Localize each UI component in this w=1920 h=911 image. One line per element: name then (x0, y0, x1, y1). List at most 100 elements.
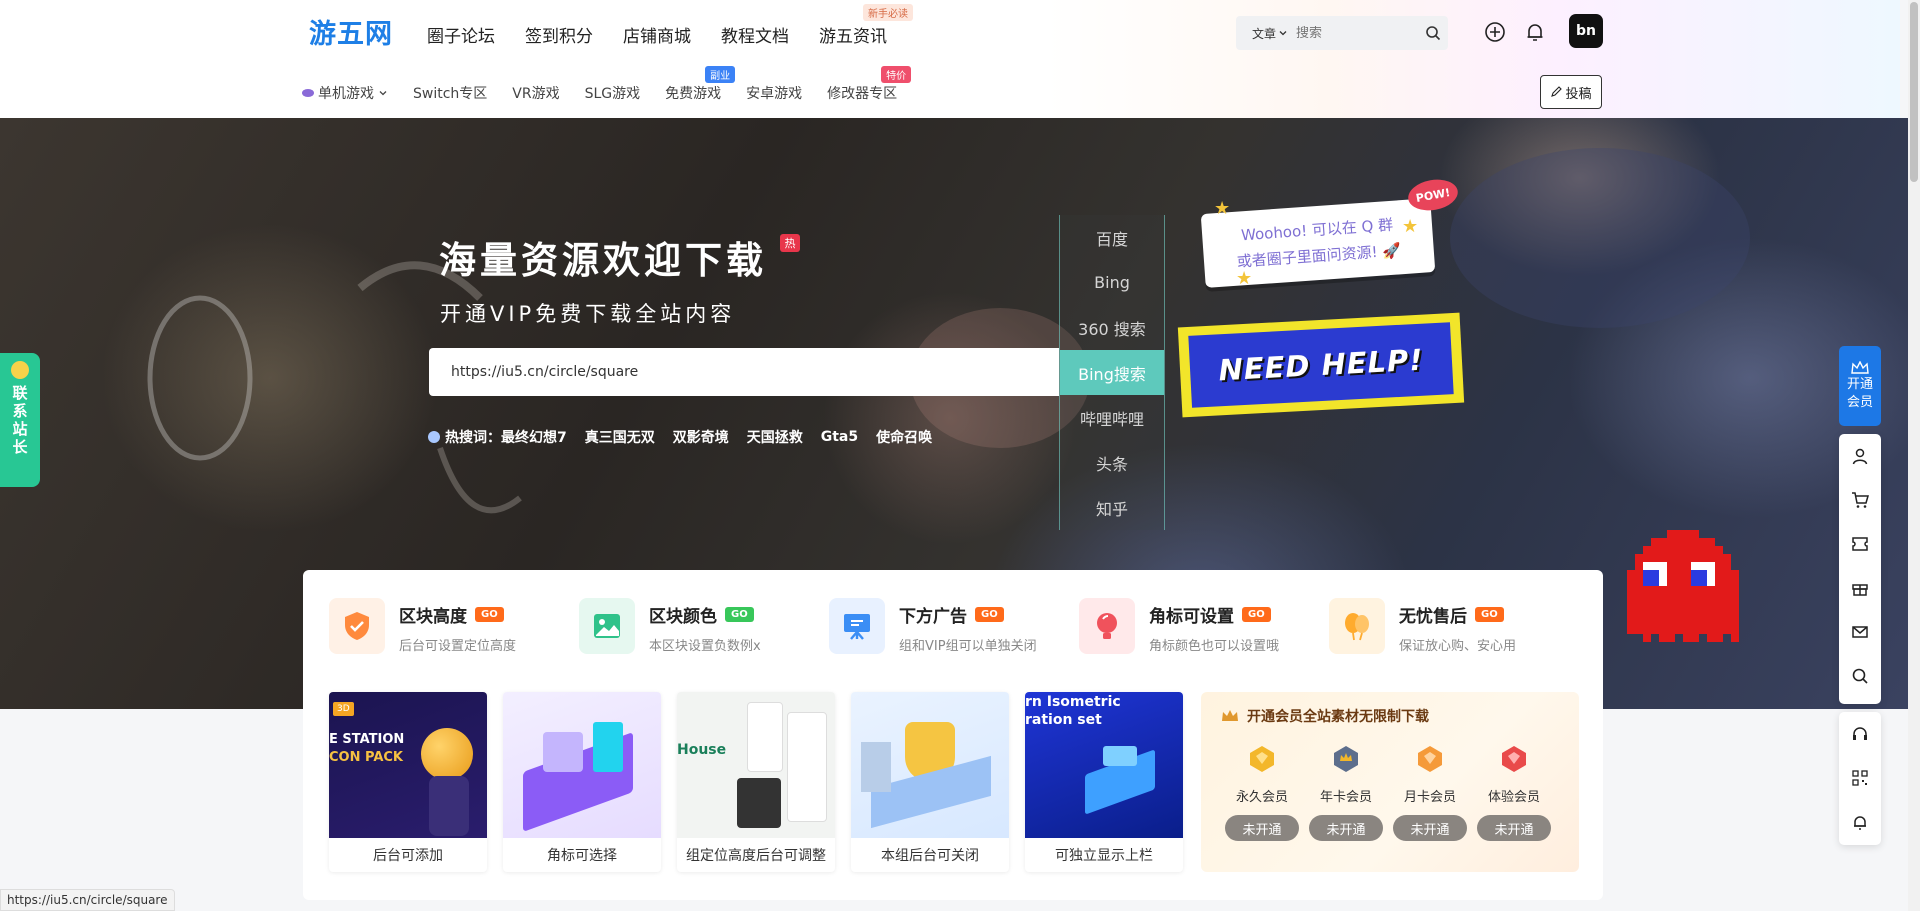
gem-icon (1329, 742, 1363, 776)
vip-activate-button[interactable]: 未开通 (1309, 815, 1383, 841)
qrcode-icon[interactable] (1839, 756, 1881, 800)
user-icon[interactable] (1839, 434, 1881, 478)
nav-item-shop[interactable]: 店铺商城 (623, 20, 691, 49)
search-input[interactable] (1296, 25, 1418, 41)
go-badge: GO (475, 607, 504, 622)
thumbnail-card[interactable]: 本组后台可关闭 (851, 692, 1009, 872)
engine-360[interactable]: 360 搜索 (1060, 305, 1164, 350)
nav-badge-new: 新手必读 (863, 4, 913, 21)
hot-word[interactable]: 天国拯救 (747, 427, 803, 447)
engine-bing-search-button[interactable]: Bing搜索 (1060, 350, 1164, 395)
hot-icon (428, 431, 440, 443)
vip-tier-trial: 体验会员 未开通 (1477, 742, 1551, 841)
thumbnail-image: rn Isometric ration set (1025, 692, 1183, 838)
thumbnail-card[interactable]: 角标可选择 (503, 692, 661, 872)
thumbnail-image: 3D E STATION CON PACK (329, 692, 487, 838)
vip-tier-lifetime: 永久会员 未开通 (1225, 742, 1299, 841)
hot-word[interactable]: Gta5 (821, 429, 858, 445)
cart-icon[interactable] (1839, 478, 1881, 522)
nav-item-checkin[interactable]: 签到积分 (525, 20, 593, 49)
mail-icon[interactable] (1839, 610, 1881, 654)
star-icon: ★ (1402, 216, 1419, 237)
hot-badge: 热 (780, 234, 800, 252)
engine-bilibili[interactable]: 哔哩哔哩 (1060, 395, 1164, 440)
gem-icon (1245, 742, 1279, 776)
image-icon (579, 598, 635, 654)
smile-icon (11, 361, 29, 379)
star-icon: ★ (1236, 268, 1253, 289)
gift-icon[interactable] (1839, 566, 1881, 610)
shield-icon (329, 598, 385, 654)
vip-activate-button[interactable]: 未开通 (1225, 815, 1299, 841)
crown-icon (1222, 710, 1238, 721)
planet-icon (302, 89, 314, 97)
search-icon[interactable] (1418, 25, 1448, 41)
ticket-icon[interactable] (1839, 522, 1881, 566)
vip-activate-button[interactable]: 未开通 (1477, 815, 1551, 841)
subnav-item-slg[interactable]: SLG游戏 (585, 83, 641, 103)
thumbnail-card[interactable]: 3D E STATION CON PACK 后台可添加 (329, 692, 487, 872)
subnav-tag: 副业 (705, 66, 736, 83)
subnav-item-single-player[interactable]: 单机游戏 (302, 83, 388, 103)
ghost-mascot-icon[interactable] (1626, 530, 1740, 642)
hero-search-input[interactable]: https://iu5.cn/circle/square (429, 348, 1059, 396)
hero-subtitle: 开通VIP免费下载全站内容 (440, 302, 736, 326)
star-icon: ★ (1214, 198, 1231, 219)
thumbnail-image (851, 692, 1009, 838)
hot-word[interactable]: 双影奇境 (673, 427, 729, 447)
floating-toolbar (1839, 434, 1881, 704)
post-button[interactable]: 投稿 (1540, 75, 1602, 109)
hot-word[interactable]: 使命召唤 (876, 427, 932, 447)
hot-words: 热搜词： 最终幻想7 真三国无双 双影奇境 天国拯救 Gta5 使命召唤 (428, 427, 950, 447)
alarm-bell-icon[interactable] (1839, 800, 1881, 844)
headset-icon[interactable] (1839, 712, 1881, 756)
engine-bing[interactable]: Bing (1060, 260, 1164, 305)
search-type-select[interactable]: 文章 (1236, 25, 1296, 42)
feature-block-height[interactable]: 区块高度 GO 后台可设置定位高度 (329, 598, 516, 654)
link-status-bar: https://iu5.cn/circle/square (0, 889, 175, 911)
gem-icon (1413, 742, 1447, 776)
features-card: 区块高度 GO 后台可设置定位高度 区块颜色 GO 本区块设置负数例x 下方广告 GO… (303, 570, 1603, 900)
thumbnail-card[interactable]: House 组定位高度后台可调整 (677, 692, 835, 872)
thumbnail-image: House (677, 692, 835, 838)
need-help-banner[interactable]: NEED HELP! (1177, 312, 1465, 418)
user-avatar[interactable]: bn (1569, 14, 1603, 48)
nav-item-forum[interactable]: 圈子论坛 (427, 20, 495, 49)
search-engine-list: 百度 Bing 360 搜索 Bing搜索 哔哩哔哩 头条 知乎 (1059, 215, 1165, 530)
feature-after-sales[interactable]: 无忧售后 GO 保证放心购、安心用 (1329, 598, 1516, 654)
open-vip-float-button[interactable]: 开通 会员 (1839, 346, 1881, 426)
billboard-icon (829, 598, 885, 654)
engine-zhihu[interactable]: 知乎 (1060, 485, 1164, 530)
vip-tier-monthly: 月卡会员 未开通 (1393, 742, 1467, 841)
feature-block-color[interactable]: 区块颜色 GO 本区块设置负数例x (579, 598, 761, 654)
subnav-item-android[interactable]: 安卓游戏 (746, 83, 802, 103)
search-icon[interactable] (1839, 654, 1881, 698)
go-badge: GO (975, 607, 1004, 622)
add-icon[interactable] (1483, 20, 1507, 44)
hero-title: 海量资源欢迎下载 (439, 239, 767, 282)
vip-activate-button[interactable]: 未开通 (1393, 815, 1467, 841)
subnav-item-switch[interactable]: Switch专区 (413, 83, 487, 103)
sub-nav: 单机游戏 Switch专区 VR游戏 SLG游戏 免费游戏 副业 安卓游戏 修改… (302, 66, 922, 103)
hot-word[interactable]: 真三国无双 (585, 427, 655, 447)
contact-admin-tab[interactable]: 联系站长 (0, 353, 40, 487)
thumbnail-card[interactable]: rn Isometric ration set 可独立显示上栏 (1025, 692, 1183, 872)
subnav-item-vr[interactable]: VR游戏 (512, 83, 559, 103)
vip-membership-box: 开通会员全站素材无限制下载 永久会员 未开通 年卡会员 未开通 月卡会员 未开通… (1201, 692, 1579, 872)
engine-toutiao[interactable]: 头条 (1060, 440, 1164, 485)
feature-corner-badge[interactable]: 角标可设置 GO 角标颜色也可以设置哦 (1079, 598, 1279, 654)
feature-bottom-ad[interactable]: 下方广告 GO 组和VIP组可以单独关闭 (829, 598, 1037, 654)
site-logo[interactable]: 游五网 (303, 14, 399, 50)
balloon-icon (1329, 598, 1385, 654)
subnav-item-free[interactable]: 免费游戏 副业 (665, 66, 736, 103)
page-scrollbar[interactable] (1908, 0, 1920, 911)
engine-baidu[interactable]: 百度 (1060, 215, 1164, 260)
hot-word[interactable]: 最终幻想7 (501, 427, 567, 447)
nav-item-docs[interactable]: 教程文档 (721, 20, 789, 49)
scrollbar-thumb[interactable] (1910, 2, 1918, 182)
header-search: 文章 (1236, 16, 1448, 50)
nav-item-news[interactable]: 游五资讯 新手必读 (819, 4, 913, 49)
bell-icon[interactable] (1523, 20, 1547, 44)
go-badge: GO (725, 607, 754, 622)
subnav-item-trainer[interactable]: 修改器专区 特价 (827, 66, 912, 103)
